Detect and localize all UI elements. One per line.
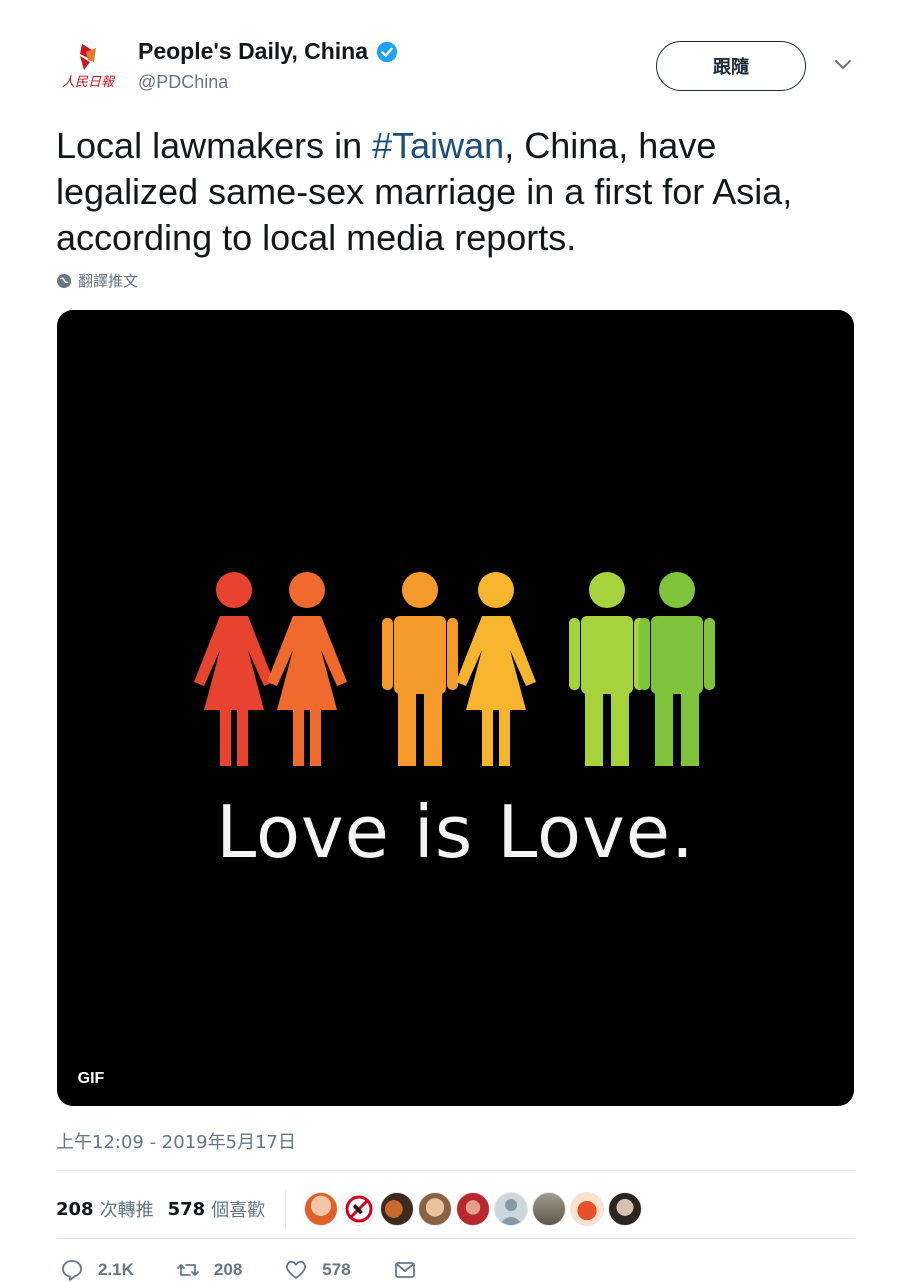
- male-figure-icon: [639, 572, 715, 766]
- avatar[interactable]: [608, 1192, 643, 1226]
- tweet-actions: 2.1K 208 578: [60, 1258, 459, 1282]
- display-name[interactable]: People's Daily, China: [138, 38, 368, 65]
- female-figure-icon: [267, 572, 347, 766]
- engagement-stats: 208 次轉推 578 個喜歡: [56, 1190, 643, 1228]
- avatar[interactable]: [380, 1192, 415, 1226]
- svg-text:人民日報: 人民日報: [62, 75, 116, 90]
- no-symbol-icon: [345, 1195, 373, 1223]
- tweet-media-gif[interactable]: Love is Love. GIF: [57, 310, 854, 1106]
- avatar[interactable]: [418, 1192, 453, 1226]
- reply-button[interactable]: 2.1K: [60, 1258, 134, 1282]
- envelope-icon: [394, 1262, 415, 1278]
- tweet-timestamp[interactable]: 上午12:09 - 2019年5月17日: [56, 1128, 296, 1154]
- avatar[interactable]: [342, 1192, 377, 1226]
- retweet-button[interactable]: 208: [176, 1258, 242, 1282]
- retweet-icon: [177, 1264, 199, 1276]
- hashtag-link[interactable]: #Taiwan: [372, 125, 504, 166]
- translate-label: 翻譯推文: [78, 272, 139, 290]
- divider: [56, 1238, 856, 1239]
- avatar[interactable]: [304, 1192, 339, 1226]
- avatar[interactable]: [494, 1192, 529, 1226]
- translate-tweet-link[interactable]: 翻譯推文: [56, 270, 138, 291]
- like-count: 578: [322, 1260, 351, 1279]
- divider: [56, 1170, 856, 1171]
- direct-message-button[interactable]: [393, 1258, 417, 1282]
- male-figure-icon: [569, 572, 645, 766]
- tweet-text-part: Local lawmakers in: [56, 125, 373, 166]
- liker-avatars: [304, 1192, 643, 1226]
- rainbow-couples-image: [194, 572, 715, 766]
- default-avatar-icon: [499, 1199, 524, 1225]
- follow-button[interactable]: 跟隨: [656, 41, 806, 91]
- gif-badge: GIF: [67, 1065, 115, 1093]
- author-name-row[interactable]: People's Daily, China: [138, 38, 398, 65]
- like-button[interactable]: 578: [284, 1258, 351, 1282]
- likes-count[interactable]: 578: [168, 1199, 206, 1220]
- user-handle[interactable]: @PDChina: [138, 72, 228, 93]
- chevron-down-icon[interactable]: [833, 58, 853, 72]
- female-figure-icon: [456, 572, 536, 766]
- retweets-count[interactable]: 208: [56, 1199, 94, 1220]
- avatar[interactable]: [456, 1192, 491, 1226]
- profile-logo[interactable]: 人民日報: [60, 38, 124, 94]
- male-figure-icon: [382, 572, 458, 766]
- globe-icon: [57, 273, 71, 288]
- verified-badge-icon: [376, 41, 398, 62]
- retweet-count: 208: [213, 1260, 243, 1279]
- reply-icon: [62, 1260, 82, 1281]
- retweets-label[interactable]: 次轉推: [100, 1196, 154, 1222]
- reply-count: 2.1K: [98, 1260, 134, 1279]
- stats-divider: [285, 1190, 287, 1228]
- tweet-text: Local lawmakers in #Taiwan, China, have …: [56, 123, 836, 261]
- peoples-daily-logo-icon: 人民日報: [62, 44, 116, 90]
- likes-label[interactable]: 個喜歡: [211, 1196, 265, 1222]
- female-figure-icon: [194, 572, 274, 766]
- avatar[interactable]: [532, 1192, 567, 1226]
- heart-icon: [286, 1261, 307, 1279]
- media-caption: Love is Love.: [216, 790, 695, 874]
- avatar[interactable]: [570, 1192, 605, 1226]
